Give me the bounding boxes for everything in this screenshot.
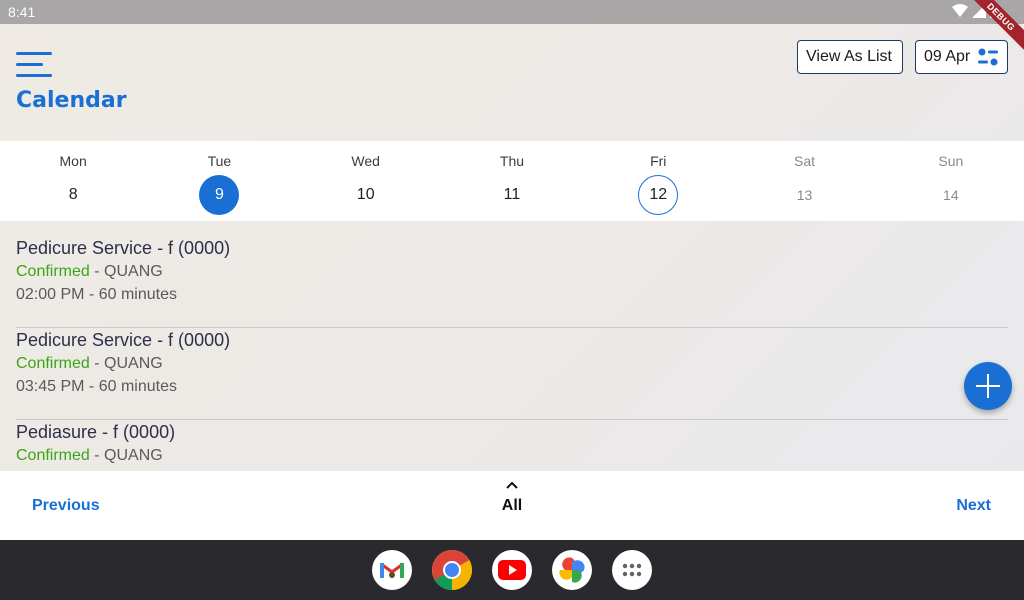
day-number: 8 xyxy=(68,186,78,203)
appointment-item[interactable]: Pedicure Service - f (0000) Confirmed - … xyxy=(16,328,1008,420)
appointment-title: Pedicure Service - f (0000) xyxy=(16,330,231,350)
appointment-status-line: Confirmed - QUANG xyxy=(16,260,1008,283)
wifi-icon xyxy=(952,4,968,17)
day-name: Sat xyxy=(794,153,816,169)
taskbar xyxy=(0,540,1024,600)
day-number: 12 xyxy=(638,175,679,215)
day-name: Fri xyxy=(650,153,667,169)
bottom-navigation: Previous All Next xyxy=(0,471,1024,540)
day-sun[interactable]: Sun 14 xyxy=(878,141,1024,221)
page-title: Calendar xyxy=(16,88,127,113)
day-thu[interactable]: Thu 11 xyxy=(439,141,585,221)
week-strip: Mon 8 Tue 9 Wed 10 Thu 11 Fri 12 Sat 13 … xyxy=(0,141,1024,221)
appointment-item[interactable]: Pediasure - f (0000) Confirmed - QUANG xyxy=(16,420,1008,471)
all-label: All xyxy=(501,497,523,514)
appointment-status: Confirmed xyxy=(16,355,90,372)
next-button[interactable]: Next xyxy=(956,497,991,515)
gmail-icon[interactable] xyxy=(372,550,412,590)
appointment-list: Pedicure Service - f (0000) Confirmed - … xyxy=(16,236,1008,471)
app-window: 8:41 DEBUG Calendar View As List 09 Apr … xyxy=(0,0,1024,540)
view-as-list-label: View As List xyxy=(806,48,892,65)
appointment-time: 03:45 PM - 60 minutes xyxy=(16,378,177,395)
status-bar: 8:41 xyxy=(0,0,1024,24)
day-name: Tue xyxy=(207,153,232,169)
day-name: Sun xyxy=(938,153,964,169)
appointment-status: Confirmed xyxy=(16,447,90,464)
menu-button[interactable] xyxy=(16,52,52,78)
previous-button[interactable]: Previous xyxy=(32,497,100,515)
day-fri-today[interactable]: Fri 12 xyxy=(585,141,731,221)
appointment-item[interactable]: Pedicure Service - f (0000) Confirmed - … xyxy=(16,236,1008,328)
appointment-status: Confirmed xyxy=(16,263,90,280)
view-as-list-button[interactable]: View As List xyxy=(797,40,903,74)
day-mon[interactable]: Mon 8 xyxy=(0,141,146,221)
app-drawer-icon[interactable] xyxy=(612,550,652,590)
appointment-status-line: Confirmed - QUANG xyxy=(16,352,1008,375)
appointment-time: 02:00 PM - 60 minutes xyxy=(16,286,177,303)
status-time: 8:41 xyxy=(8,4,36,20)
day-number: 11 xyxy=(503,186,521,203)
appointment-staff: - QUANG xyxy=(89,447,163,464)
day-name: Mon xyxy=(59,153,87,169)
appointment-staff: - QUANG xyxy=(89,263,163,280)
youtube-icon[interactable] xyxy=(492,550,532,590)
chevron-up-icon xyxy=(506,481,518,489)
date-label: 09 Apr xyxy=(924,48,971,65)
day-number: 10 xyxy=(356,186,375,203)
appointment-title: Pediasure - f (0000) xyxy=(16,422,176,442)
photos-icon[interactable] xyxy=(552,550,592,590)
chrome-icon[interactable] xyxy=(432,550,472,590)
day-name: Thu xyxy=(499,153,525,169)
day-number: 13 xyxy=(796,187,813,203)
appointment-title: Pedicure Service - f (0000) xyxy=(16,238,231,258)
add-appointment-button[interactable] xyxy=(964,362,1012,410)
appointment-staff: - QUANG xyxy=(89,355,163,372)
all-button[interactable]: All xyxy=(492,477,532,515)
day-wed[interactable]: Wed 10 xyxy=(293,141,439,221)
filter-sliders-icon xyxy=(978,48,998,66)
day-tue-selected[interactable]: Tue 9 xyxy=(146,141,292,221)
day-sat[interactable]: Sat 13 xyxy=(731,141,877,221)
date-picker-button[interactable]: 09 Apr xyxy=(915,40,1008,74)
day-name: Wed xyxy=(351,153,380,169)
day-number: 9 xyxy=(199,175,240,215)
appointment-status-line: Confirmed - QUANG xyxy=(16,444,1008,467)
day-number: 14 xyxy=(943,187,959,203)
